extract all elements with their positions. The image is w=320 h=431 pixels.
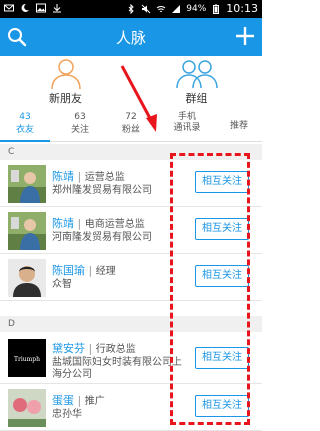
contact-title: 陈国瑜 | 经理: [52, 262, 116, 278]
app-header: 人脉: [0, 18, 262, 56]
groups-label: 群组: [185, 92, 208, 105]
wifi-icon: [156, 4, 166, 14]
section-header: D: [0, 316, 262, 332]
battery-icon: [211, 4, 221, 14]
person-outline-icon: [49, 58, 83, 94]
tab-label: 推荐: [229, 121, 248, 131]
download-icon: [52, 3, 62, 13]
brand-logo-avatar: Triumph: [8, 339, 46, 377]
shortcut-row: 新朋友 群组: [0, 56, 262, 108]
tab-following[interactable]: 63 关注: [55, 108, 105, 142]
divider: |: [77, 394, 82, 407]
mute-icon: [141, 4, 151, 14]
bluetooth-icon: [126, 3, 136, 14]
moon-icon: [20, 3, 30, 13]
section-header: C: [0, 144, 262, 160]
mutual-follow-button[interactable]: 相互关注: [195, 347, 249, 369]
contact-row[interactable]: 陈靖 | 电商运营总监 河南隆发贸易有限公司 相互关注: [0, 207, 262, 254]
gallery-icon: [36, 3, 46, 13]
tab-clothing-friends[interactable]: 43 衣友: [0, 108, 50, 142]
tab-label: 粉丝: [121, 125, 140, 135]
clock: 10:13: [226, 2, 258, 15]
mutual-follow-button[interactable]: 相互关注: [195, 395, 249, 417]
contact-row[interactable]: 蛋蛋 | 推广 忠孙华 相互关注: [0, 384, 262, 431]
tab-count: 43: [19, 112, 31, 122]
divider: |: [77, 170, 82, 183]
contact-role: 行政总监: [95, 344, 136, 355]
tab-followers[interactable]: 72 粉丝: [106, 108, 156, 142]
mutual-follow-button[interactable]: 相互关注: [195, 171, 249, 193]
contact-title: 蛋蛋 | 推广: [52, 392, 105, 408]
contact-title: 黛安芬 | 行政总监: [52, 340, 136, 356]
signal-icon: [171, 4, 181, 14]
divider: |: [88, 264, 93, 277]
contact-name[interactable]: 蛋蛋: [52, 394, 74, 407]
tab-label: 手机 通讯录: [173, 112, 201, 133]
contact-name[interactable]: 黛安芬: [52, 342, 85, 355]
page-title: 人脉: [115, 29, 146, 47]
contact-row[interactable]: 陈靖 | 运营总监 郑州隆发贸易有限公司 相互关注: [0, 160, 262, 207]
contact-role: 运营总监: [84, 172, 125, 183]
tab-label: 衣友: [15, 125, 34, 135]
contact-row[interactable]: 陈国瑜 | 经理 众智 相互关注: [0, 254, 262, 301]
status-bar: 94% 10:13: [0, 0, 262, 18]
contact-company: 河南隆发贸易有限公司: [52, 232, 152, 243]
tab-recommended[interactable]: 推荐: [216, 108, 262, 142]
mutual-follow-button[interactable]: 相互关注: [195, 218, 249, 240]
relationship-tabs: 43 衣友 63 关注 72 粉丝 手机 通讯录 推荐: [0, 108, 262, 142]
avatar: [8, 212, 46, 250]
contact-name[interactable]: 陈国瑜: [52, 264, 85, 277]
mail-icon: [4, 3, 14, 13]
contact-name[interactable]: 陈靖: [52, 217, 74, 230]
contact-role: 推广: [84, 396, 105, 407]
new-friends-button[interactable]: 新朋友: [0, 56, 131, 108]
svg-text:Triumph: Triumph: [14, 356, 40, 363]
mutual-follow-button[interactable]: 相互关注: [195, 265, 249, 287]
contact-company: 盐城国际妇女时装有限公司上海分公司: [52, 357, 182, 380]
tab-count: 63: [74, 112, 86, 122]
divider: |: [77, 217, 82, 230]
contact-role: 经理: [95, 266, 116, 277]
contact-title: 陈靖 | 运营总监: [52, 168, 125, 184]
contact-row[interactable]: Triumph 黛安芬 | 行政总监 盐城国际妇女时装有限公司上海分公司 相互关…: [0, 332, 262, 384]
tab-phone-contacts[interactable]: 手机 通讯录: [160, 108, 214, 142]
new-friends-label: 新朋友: [49, 92, 82, 105]
avatar: [8, 165, 46, 203]
contact-company: 郑州隆发贸易有限公司: [52, 185, 152, 196]
avatar: [8, 389, 46, 427]
contact-company: 众智: [52, 279, 72, 290]
contact-title: 陈靖 | 电商运营总监: [52, 215, 145, 231]
contact-name[interactable]: 陈靖: [52, 170, 74, 183]
groups-button[interactable]: 群组: [131, 56, 262, 108]
contact-company: 忠孙华: [52, 409, 82, 420]
tab-label: 关注: [70, 125, 89, 135]
add-icon[interactable]: [234, 25, 256, 47]
divider: |: [88, 342, 93, 355]
tab-count: 72: [125, 112, 137, 122]
group-outline-icon: [174, 58, 220, 94]
avatar: [8, 259, 46, 297]
battery-level: 94%: [186, 3, 207, 14]
contact-role: 电商运营总监: [84, 219, 145, 230]
